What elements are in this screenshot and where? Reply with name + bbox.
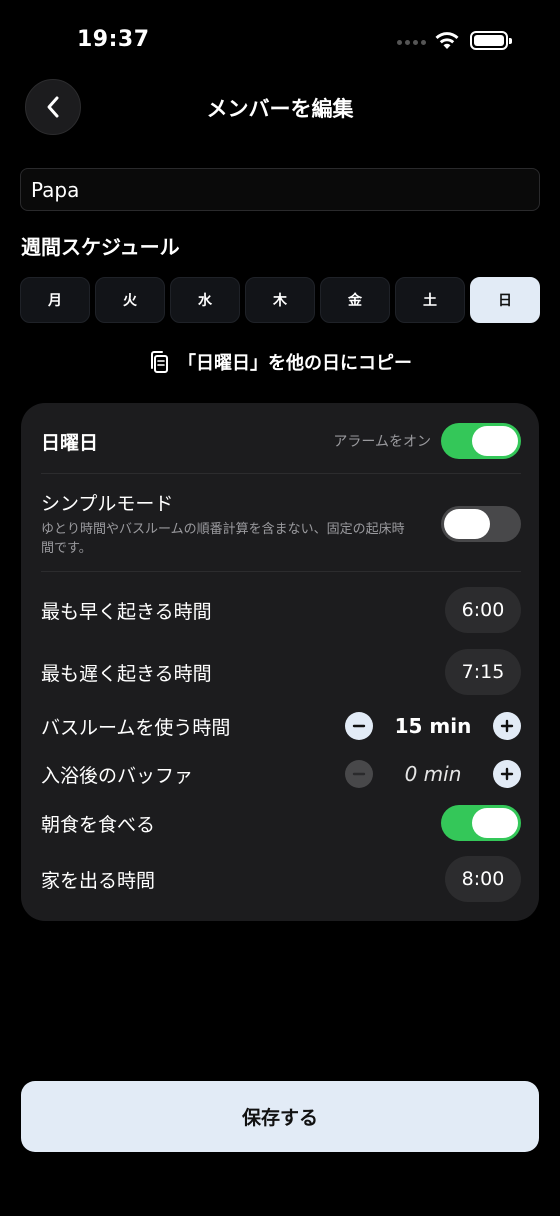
day-tab-sun[interactable]: 日: [470, 277, 540, 323]
breakfast-row: 朝食を食べる: [41, 805, 521, 841]
status-bar: 19:37: [0, 0, 560, 80]
buffer-increment-button[interactable]: [493, 760, 521, 788]
minus-icon: [352, 772, 366, 776]
minus-icon: [352, 724, 366, 728]
day-title: 日曜日: [41, 431, 99, 454]
simple-mode-row: シンプルモード ゆとり時間やバスルームの順番計算を含まない、固定の起床時間です。: [41, 489, 521, 558]
breakfast-toggle[interactable]: [441, 805, 521, 841]
day-tab-sat[interactable]: 土: [395, 277, 465, 323]
toggle-knob: [472, 426, 518, 456]
day-tab-tue[interactable]: 火: [95, 277, 165, 323]
bathroom-row: バスルームを使う時間 15 min: [41, 709, 521, 743]
copy-label: 「日曜日」を他の日にコピー: [178, 353, 412, 374]
leave-home-time-button[interactable]: 8:00: [445, 856, 521, 902]
toggle-knob: [444, 508, 490, 539]
divider: [41, 473, 521, 474]
plus-icon: [500, 719, 514, 733]
bathroom-decrement-button[interactable]: [345, 712, 373, 740]
day-header-row: 日曜日 アラームをオン: [41, 423, 521, 459]
member-name-input[interactable]: [20, 168, 540, 211]
latest-wake-row: 最も遅く起きる時間 7:15: [41, 649, 521, 695]
buffer-stepper: 0 min: [345, 760, 521, 788]
buffer-decrement-button[interactable]: [345, 760, 373, 788]
bathroom-stepper: 15 min: [345, 712, 521, 740]
earliest-wake-time-button[interactable]: 6:00: [445, 587, 521, 633]
simple-mode-description: ゆとり時間やバスルームの順番計算を含まない、固定の起床時間です。: [41, 522, 405, 556]
alarm-label: アラームをオン: [333, 434, 431, 450]
bathroom-label: バスルームを使う時間: [41, 716, 231, 739]
page-title: メンバーを編集: [206, 97, 354, 121]
toggle-knob: [472, 808, 518, 838]
plus-icon: [500, 767, 514, 781]
day-tab-fri[interactable]: 金: [320, 277, 390, 323]
day-tab-wed[interactable]: 水: [170, 277, 240, 323]
day-tab-thu[interactable]: 木: [245, 277, 315, 323]
battery-icon: [470, 31, 512, 50]
latest-wake-label: 最も遅く起きる時間: [41, 662, 212, 685]
copy-icon: [151, 351, 168, 373]
schedule-section-title: 週間スケジュール: [21, 235, 180, 259]
status-time: 19:37: [77, 27, 150, 52]
day-settings-card: 日曜日 アラームをオン シンプルモード ゆとり時間やバスルームの順番計算を含まな…: [21, 403, 539, 921]
simple-mode-toggle[interactable]: [441, 505, 521, 542]
alarm-toggle[interactable]: [441, 423, 521, 459]
buffer-row: 入浴後のバッファ 0 min: [41, 757, 521, 791]
breakfast-label: 朝食を食べる: [41, 813, 156, 836]
bathroom-increment-button[interactable]: [493, 712, 521, 740]
buffer-label: 入浴後のバッファ: [41, 764, 194, 787]
leave-home-row: 家を出る時間 8:00: [41, 856, 521, 902]
earliest-wake-label: 最も早く起きる時間: [41, 600, 212, 623]
simple-mode-label: シンプルモード: [41, 493, 174, 515]
copy-day-button[interactable]: 「日曜日」を他の日にコピー: [0, 349, 560, 375]
latest-wake-time-button[interactable]: 7:15: [445, 649, 521, 695]
buffer-value: 0 min: [404, 762, 462, 786]
save-button[interactable]: 保存する: [21, 1081, 539, 1152]
day-selector: 月 火 水 木 金 土 日: [20, 277, 540, 323]
wifi-icon: [435, 32, 459, 49]
divider: [41, 571, 521, 572]
day-tab-mon[interactable]: 月: [20, 277, 90, 323]
cellular-signal-icon: [397, 40, 426, 45]
earliest-wake-row: 最も早く起きる時間 6:00: [41, 587, 521, 633]
leave-home-label: 家を出る時間: [41, 869, 156, 892]
bathroom-value: 15 min: [394, 714, 472, 738]
